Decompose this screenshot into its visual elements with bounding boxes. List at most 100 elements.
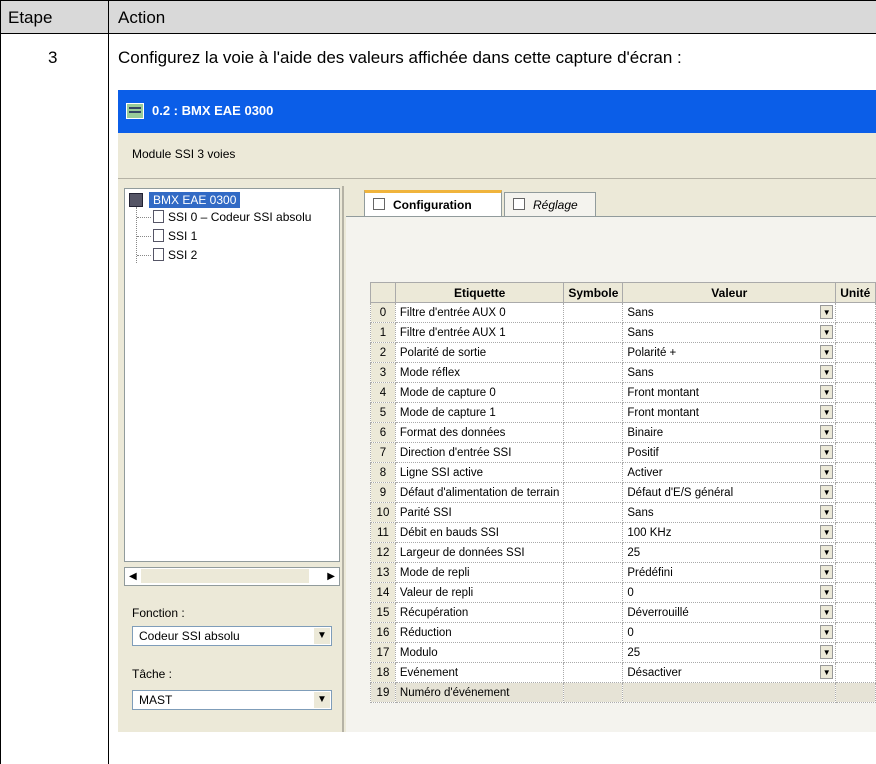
row-label: Mode de capture 0 <box>394 382 565 403</box>
chevron-down-icon[interactable]: ▼ <box>314 692 330 708</box>
row-value[interactable]: 0 ▼ <box>622 622 837 643</box>
row-symbol[interactable] <box>563 662 624 683</box>
table-row[interactable]: 13 Mode de repli Prédéfini ▼ <box>370 562 876 583</box>
row-value[interactable]: Positif ▼ <box>622 442 837 463</box>
tree-horizontal-scrollbar[interactable]: ◀ ▶ <box>124 567 340 586</box>
row-symbol[interactable] <box>563 442 624 463</box>
table-row[interactable]: 3 Mode réflex Sans ▼ <box>370 362 876 383</box>
row-value[interactable]: Prédéfini ▼ <box>622 562 837 583</box>
row-value[interactable]: 25 ▼ <box>622 642 837 663</box>
row-value[interactable]: Sans ▼ <box>622 302 837 323</box>
row-symbol[interactable] <box>563 402 624 423</box>
scroll-left-icon[interactable]: ◀ <box>129 571 137 582</box>
row-symbol[interactable] <box>563 302 624 323</box>
tab-configuration[interactable]: Configuration <box>364 190 502 216</box>
scroll-right-icon[interactable]: ▶ <box>327 571 335 582</box>
chevron-down-icon[interactable]: ▼ <box>820 665 834 679</box>
row-value[interactable]: Polarité + ▼ <box>622 342 837 363</box>
chevron-down-icon[interactable]: ▼ <box>820 325 834 339</box>
tree-item-label: SSI 1 <box>168 229 198 243</box>
tree-root[interactable]: BMX EAE 0300 <box>149 192 241 208</box>
chevron-down-icon[interactable]: ▼ <box>820 505 834 519</box>
chevron-down-icon[interactable]: ▼ <box>820 365 834 379</box>
chevron-down-icon[interactable]: ▼ <box>820 545 834 559</box>
table-row[interactable]: 1 Filtre d'entrée AUX 1 Sans ▼ <box>370 322 876 343</box>
row-value[interactable]: Binaire ▼ <box>622 422 837 443</box>
row-symbol[interactable] <box>563 322 624 343</box>
row-symbol[interactable] <box>563 342 624 363</box>
row-symbol[interactable] <box>563 502 624 523</box>
chevron-down-icon[interactable]: ▼ <box>820 405 834 419</box>
row-value[interactable]: Activer ▼ <box>622 462 837 483</box>
row-value[interactable]: 100 KHz ▼ <box>622 522 837 543</box>
chevron-down-icon[interactable]: ▼ <box>820 305 834 319</box>
chevron-down-icon[interactable]: ▼ <box>820 525 834 539</box>
row-symbol[interactable] <box>563 382 624 403</box>
row-symbol[interactable] <box>563 642 624 663</box>
table-row[interactable]: 19 Numéro d'événement <box>370 682 876 703</box>
row-symbol[interactable] <box>563 422 624 443</box>
row-symbol[interactable] <box>563 542 624 563</box>
tache-select[interactable]: MAST ▼ <box>132 690 332 710</box>
chevron-down-icon[interactable]: ▼ <box>820 485 834 499</box>
chevron-down-icon[interactable]: ▼ <box>820 585 834 599</box>
row-value[interactable]: Déverrouillé ▼ <box>622 602 837 623</box>
chevron-down-icon[interactable]: ▼ <box>820 625 834 639</box>
table-row[interactable]: 2 Polarité de sortie Polarité + ▼ <box>370 342 876 363</box>
table-row[interactable]: 7 Direction d'entrée SSI Positif ▼ <box>370 442 876 463</box>
row-symbol[interactable] <box>563 562 624 583</box>
tree-item-ssi1[interactable]: SSI 1 <box>153 229 197 243</box>
scroll-thumb[interactable] <box>141 569 309 583</box>
table-row[interactable]: 16 Réduction 0 ▼ <box>370 622 876 643</box>
tab-reglage[interactable]: Réglage <box>504 192 596 216</box>
chevron-down-icon[interactable]: ▼ <box>820 645 834 659</box>
header-valeur[interactable]: Valeur <box>622 282 837 303</box>
table-row[interactable]: 11 Débit en bauds SSI 100 KHz ▼ <box>370 522 876 543</box>
chevron-down-icon[interactable]: ▼ <box>820 565 834 579</box>
row-value-text: 0 <box>627 586 634 599</box>
table-row[interactable]: 0 Filtre d'entrée AUX 0 Sans ▼ <box>370 302 876 323</box>
tree-item-ssi0[interactable]: SSI 0 – Codeur SSI absolu <box>153 210 311 224</box>
row-symbol[interactable] <box>563 362 624 383</box>
row-symbol[interactable] <box>563 682 624 703</box>
row-value[interactable]: Sans ▼ <box>622 502 837 523</box>
row-value[interactable]: Désactiver ▼ <box>622 662 837 683</box>
table-row[interactable]: 15 Récupération Déverrouillé ▼ <box>370 602 876 623</box>
table-row[interactable]: 6 Format des données Binaire ▼ <box>370 422 876 443</box>
row-value[interactable]: 0 ▼ <box>622 582 837 603</box>
chevron-down-icon[interactable]: ▼ <box>820 345 834 359</box>
table-row[interactable]: 12 Largeur de données SSI 25 ▼ <box>370 542 876 563</box>
table-row[interactable]: 5 Mode de capture 1 Front montant ▼ <box>370 402 876 423</box>
row-value[interactable]: Sans ▼ <box>622 362 837 383</box>
row-value[interactable]: Défaut d'E/S général ▼ <box>622 482 837 503</box>
header-etiquette[interactable]: Etiquette <box>394 282 565 303</box>
table-row[interactable]: 9 Défaut d'alimentation de terrain Défaut … <box>370 482 876 503</box>
row-symbol[interactable] <box>563 622 624 643</box>
row-symbol[interactable] <box>563 602 624 623</box>
header-symbole[interactable]: Symbole <box>563 282 624 303</box>
table-row[interactable]: 17 Modulo 25 ▼ <box>370 642 876 663</box>
row-symbol[interactable] <box>563 582 624 603</box>
fonction-select[interactable]: Codeur SSI absolu ▼ <box>132 626 332 646</box>
table-row[interactable]: 14 Valeur de repli 0 ▼ <box>370 582 876 603</box>
row-symbol[interactable] <box>563 462 624 483</box>
chevron-down-icon[interactable]: ▼ <box>314 628 330 644</box>
chevron-down-icon[interactable]: ▼ <box>820 445 834 459</box>
row-symbol[interactable] <box>563 522 624 543</box>
row-value[interactable]: Sans ▼ <box>622 322 837 343</box>
row-value[interactable]: Front montant ▼ <box>622 402 837 423</box>
row-value[interactable]: Front montant ▼ <box>622 382 837 403</box>
table-row[interactable]: 18 Evénement Désactiver ▼ <box>370 662 876 683</box>
chevron-down-icon[interactable]: ▼ <box>820 385 834 399</box>
table-row[interactable]: 4 Mode de capture 0 Front montant ▼ <box>370 382 876 403</box>
row-value[interactable]: 25 ▼ <box>622 542 837 563</box>
chevron-down-icon[interactable]: ▼ <box>820 425 834 439</box>
chevron-down-icon[interactable]: ▼ <box>820 605 834 619</box>
row-symbol[interactable] <box>563 482 624 503</box>
header-unite[interactable]: Unité <box>835 282 876 303</box>
table-row[interactable]: 10 Parité SSI Sans ▼ <box>370 502 876 523</box>
chevron-down-icon[interactable]: ▼ <box>820 465 834 479</box>
table-row[interactable]: 8 Ligne SSI active Activer ▼ <box>370 462 876 483</box>
tree-item-ssi2[interactable]: SSI 2 <box>153 248 197 262</box>
row-value[interactable] <box>622 682 837 703</box>
